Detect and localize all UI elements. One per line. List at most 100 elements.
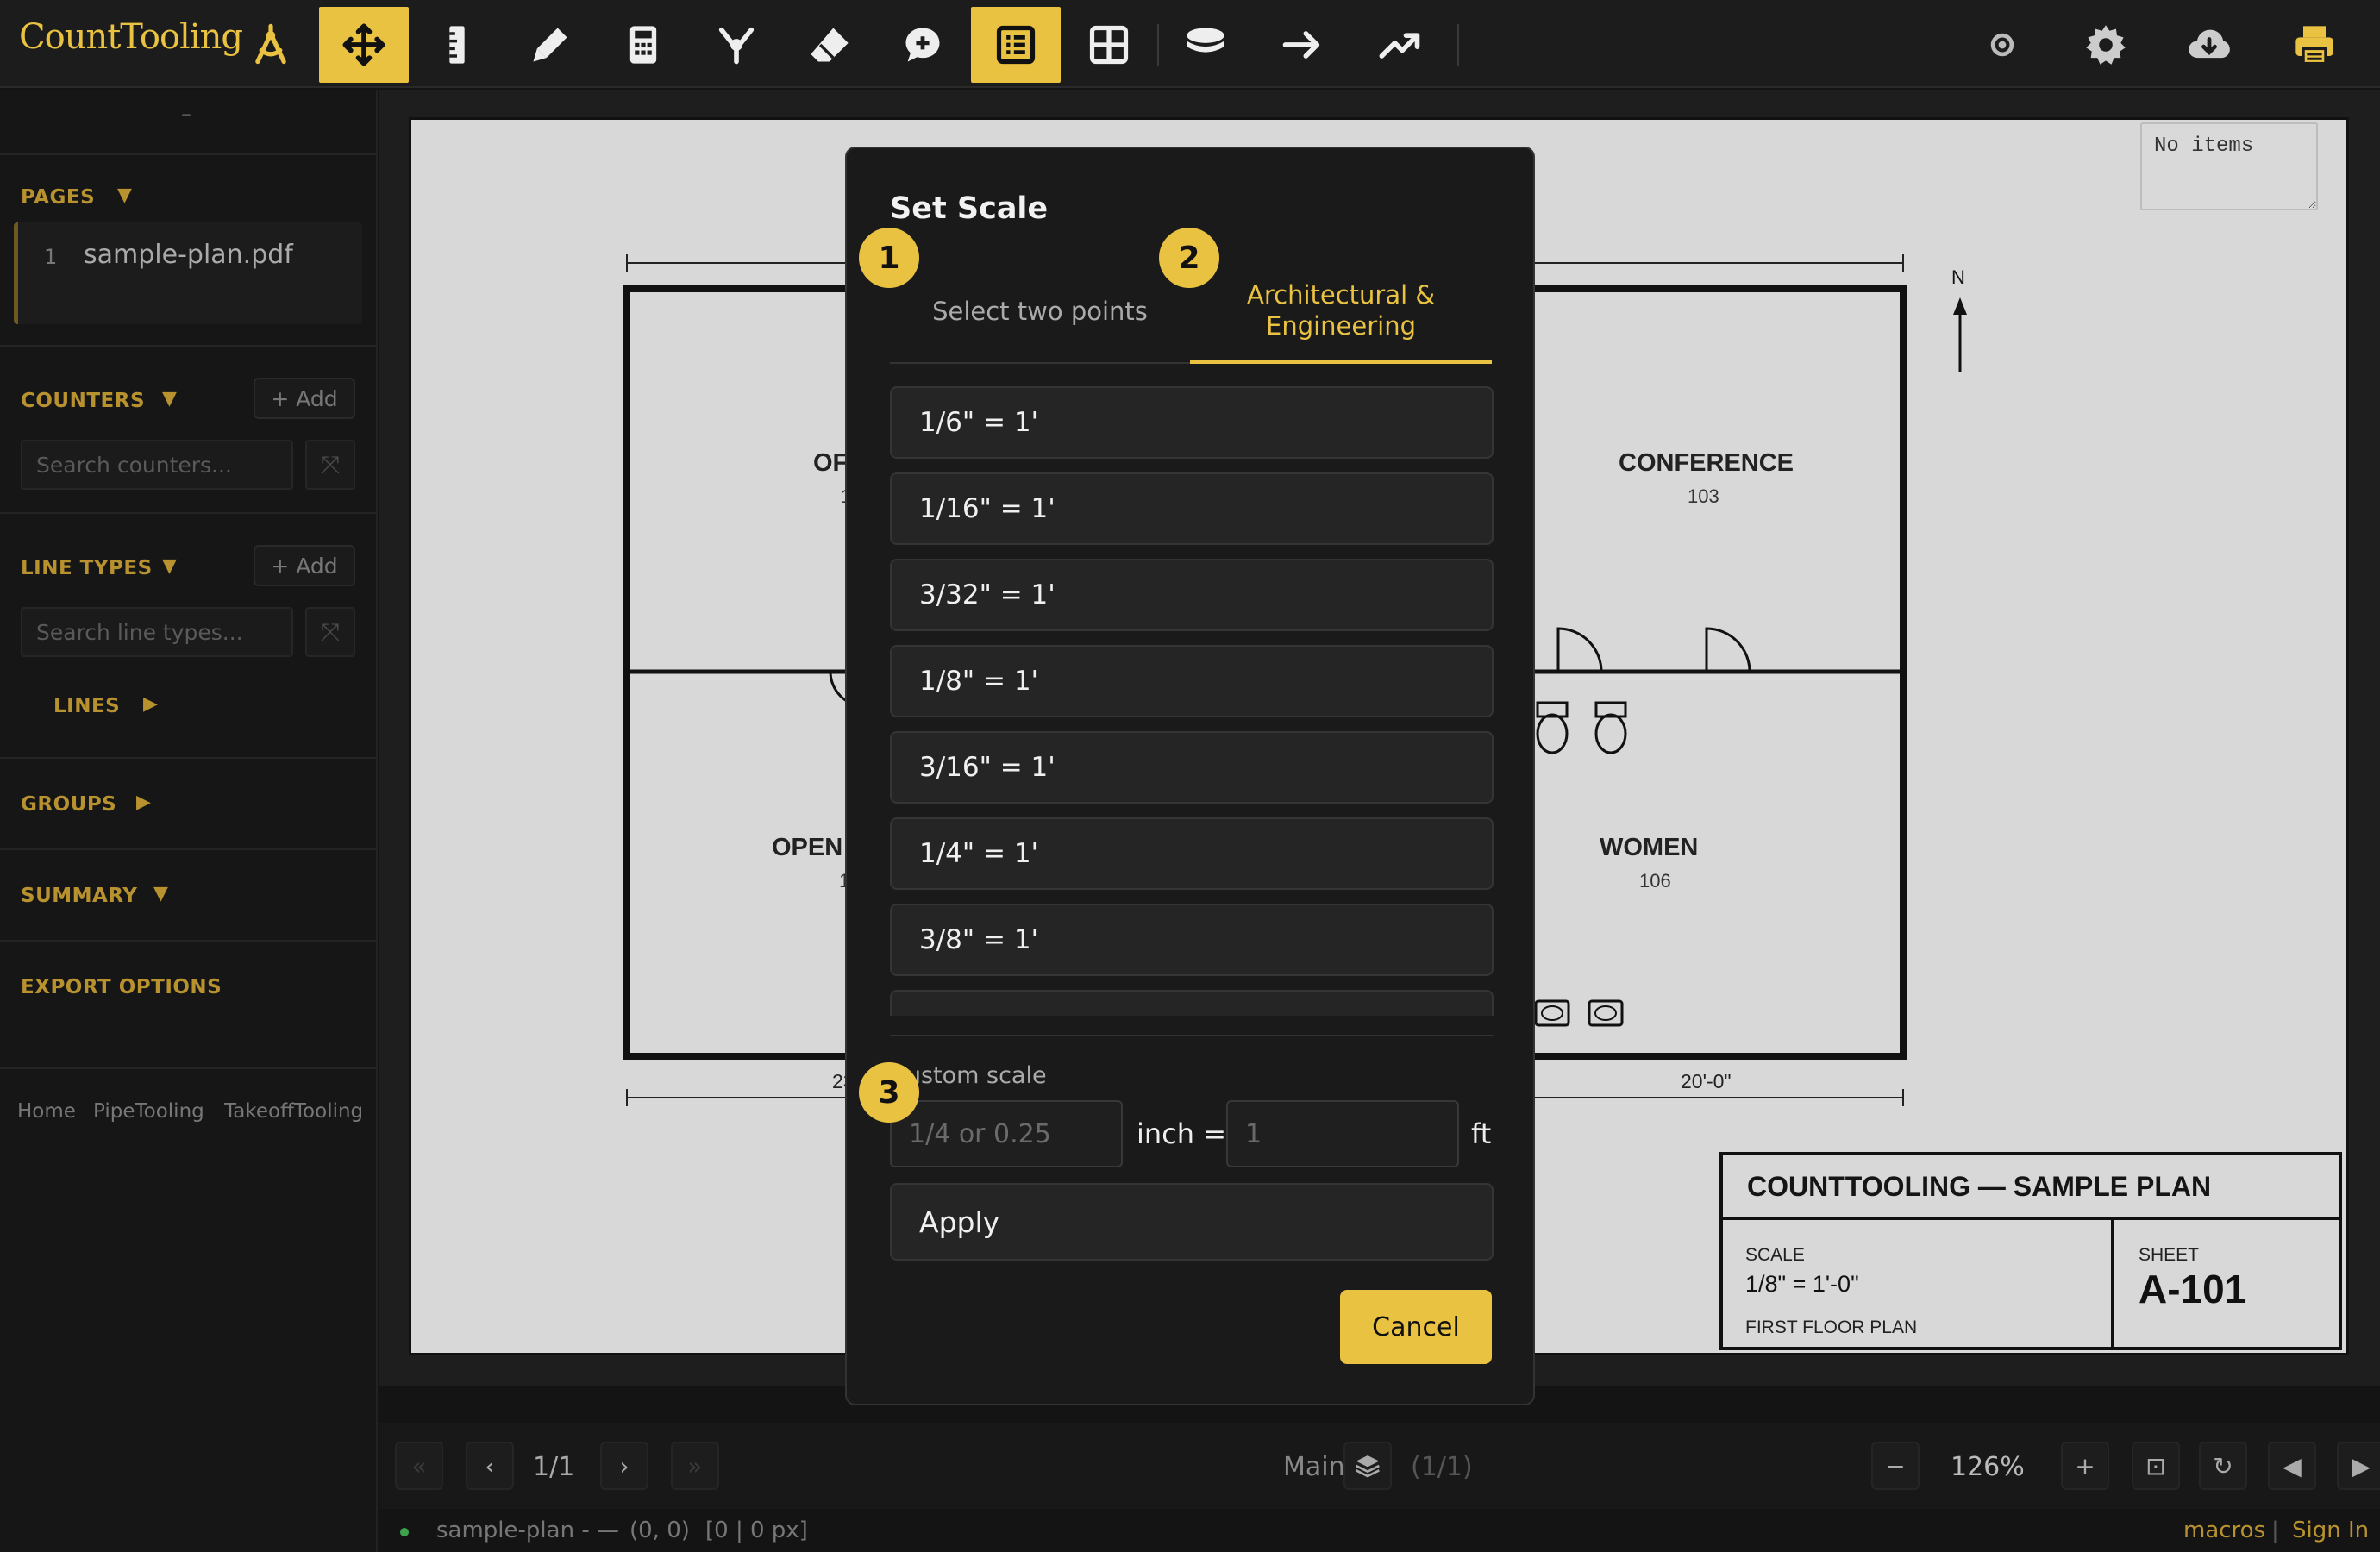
- first-page-button[interactable]: «: [395, 1442, 443, 1490]
- zoom-out-button[interactable]: −: [1871, 1442, 1920, 1490]
- compass-tool-icon[interactable]: [226, 7, 316, 83]
- status-pixels: [0 | 0 px]: [705, 1518, 808, 1543]
- tab-architectural-engineering[interactable]: Architectural & Engineering: [1190, 260, 1492, 364]
- comment-tool-icon[interactable]: [878, 7, 968, 83]
- highlighter-tool-icon[interactable]: [505, 7, 595, 83]
- status-separator: |: [2271, 1518, 2279, 1543]
- top-toolbar: CountTooling: [0, 0, 2380, 88]
- rotate-button[interactable]: ↻: [2199, 1442, 2247, 1490]
- dialog-title: Set Scale: [890, 191, 1049, 226]
- add-counter-button[interactable]: + Add: [254, 378, 355, 419]
- set-scale-dialog: Set Scale 1 2 Select two points Architec…: [845, 147, 1535, 1405]
- feet-unit-label: ft: [1471, 1117, 1492, 1150]
- macros-link[interactable]: macros: [2183, 1518, 2265, 1543]
- printer-icon[interactable]: [2270, 7, 2359, 83]
- status-file: sample-plan - —: [436, 1518, 619, 1543]
- grid-tool-icon[interactable]: [1064, 7, 1154, 83]
- scale-option[interactable]: 3/32" = 1': [890, 559, 1494, 631]
- layers-stack-tool-icon[interactable]: [1161, 7, 1250, 83]
- toolbar-divider: [1457, 24, 1459, 66]
- home-link[interactable]: Home: [17, 1100, 76, 1123]
- groups-section: GROUPS ▶: [0, 760, 378, 850]
- prev-page-button[interactable]: ‹: [466, 1442, 514, 1490]
- scale-option[interactable]: 1/6" = 1': [890, 386, 1494, 459]
- room-label: OPEN: [772, 834, 843, 861]
- list-divider: [890, 1035, 1494, 1036]
- page-list-item[interactable]: 1 sample-plan.pdf: [14, 222, 362, 324]
- lines-heading[interactable]: LINES: [53, 695, 120, 717]
- search-counters-input[interactable]: [21, 440, 293, 490]
- step-badge: 2: [1159, 228, 1219, 288]
- counters-section: COUNTERS ▼ + Add ⤧: [0, 348, 378, 514]
- last-page-button[interactable]: »: [671, 1442, 719, 1490]
- cloud-download-icon[interactable]: [2164, 7, 2254, 83]
- inch-input[interactable]: [890, 1100, 1123, 1167]
- counters-heading[interactable]: COUNTERS: [21, 390, 145, 412]
- zoom-in-button[interactable]: +: [2061, 1442, 2109, 1490]
- title-block-divider: [1723, 1217, 2339, 1220]
- redo-button[interactable]: ▶: [2337, 1442, 2380, 1490]
- gear-icon[interactable]: [2061, 7, 2151, 83]
- scale-option[interactable]: 3/8" = 1': [890, 904, 1494, 976]
- pipetooling-link[interactable]: PipeTooling: [93, 1100, 204, 1123]
- groups-heading[interactable]: GROUPS: [21, 793, 116, 816]
- caret-right-icon[interactable]: ▶: [136, 792, 151, 813]
- eye-icon[interactable]: [1957, 7, 2047, 83]
- apply-button[interactable]: Apply: [890, 1183, 1494, 1261]
- summary-section: SUMMARY ▼: [0, 852, 378, 942]
- pages-section: PAGES ▼ 1 sample-plan.pdf: [0, 157, 378, 347]
- clear-search-icon[interactable]: ⤧: [305, 607, 355, 657]
- cancel-button[interactable]: Cancel: [1340, 1290, 1492, 1364]
- north-label: N: [1951, 266, 1965, 288]
- title-block: COUNTTOOLING — SAMPLE PLAN SCALE 1/8" = …: [1719, 1152, 2342, 1350]
- summary-heading[interactable]: SUMMARY: [21, 885, 137, 907]
- dimension-label: 20'-0": [1681, 1070, 1732, 1092]
- add-line-type-button[interactable]: + Add: [254, 545, 355, 586]
- layer-name: Main: [1283, 1452, 1345, 1482]
- move-tool-icon[interactable]: [319, 7, 409, 83]
- sheet-label: SHEET: [2139, 1245, 2200, 1265]
- caret-down-icon[interactable]: ▼: [117, 185, 132, 206]
- eraser-tool-icon[interactable]: [785, 7, 874, 83]
- collapse-handle[interactable]: –: [181, 102, 191, 126]
- caret-down-icon[interactable]: ▼: [162, 555, 177, 577]
- scale-option-partial[interactable]: [890, 990, 1494, 1016]
- trend-tool-icon[interactable]: [1356, 7, 1445, 83]
- step-badge: 3: [859, 1062, 919, 1123]
- notes-box[interactable]: No items: [2140, 122, 2318, 210]
- counter-tool-icon[interactable]: [692, 7, 781, 83]
- plan-name: FIRST FLOOR PLAN: [1745, 1317, 1918, 1337]
- sign-in-link[interactable]: Sign In: [2292, 1518, 2369, 1543]
- status-bar: sample-plan - — (0, 0) [0 | 0 px] macros…: [379, 1511, 2380, 1552]
- caret-down-icon[interactable]: ▼: [162, 388, 177, 410]
- line-types-heading[interactable]: LINE TYPES: [21, 557, 153, 579]
- calculator-tool-icon[interactable]: [598, 7, 688, 83]
- next-page-button[interactable]: ›: [600, 1442, 648, 1490]
- room-number: 106: [1639, 870, 1671, 892]
- export-section: EXPORT OPTIONS: [0, 943, 378, 1069]
- ruler-tool-icon[interactable]: [412, 7, 502, 83]
- scale-option[interactable]: 3/16" = 1': [890, 731, 1494, 804]
- layers-icon[interactable]: [1343, 1442, 1392, 1490]
- caret-down-icon[interactable]: ▼: [153, 883, 168, 904]
- search-line-types-input[interactable]: [21, 607, 293, 657]
- tab-select-two-points[interactable]: Select two points: [890, 260, 1190, 364]
- room-label: WOMEN: [1600, 834, 1699, 861]
- sheet-title: COUNTTOOLING — SAMPLE PLAN: [1747, 1171, 2212, 1202]
- title-block-divider: [2111, 1217, 2114, 1347]
- pages-heading[interactable]: PAGES: [21, 186, 95, 209]
- arrow-tool-icon[interactable]: [1257, 7, 1347, 83]
- clear-search-icon[interactable]: ⤧: [305, 440, 355, 490]
- caret-right-icon[interactable]: ▶: [143, 693, 158, 715]
- undo-button[interactable]: ◀: [2268, 1442, 2316, 1490]
- scale-value: 1/8" = 1'-0": [1745, 1271, 1859, 1297]
- scale-option[interactable]: 1/16" = 1': [890, 472, 1494, 545]
- preset-scale-list[interactable]: 1/6" = 1' 1/16" = 1' 3/32" = 1' 1/8" = 1…: [890, 386, 1494, 1016]
- feet-input[interactable]: [1226, 1100, 1459, 1167]
- line-types-section: LINE TYPES ▼ + Add ⤧ LINES ▶: [0, 516, 378, 759]
- fit-to-screen-button[interactable]: ⊡: [2132, 1442, 2180, 1490]
- scale-option[interactable]: 1/8" = 1': [890, 645, 1494, 717]
- takeofftooling-link[interactable]: TakeoffTooling: [224, 1100, 363, 1123]
- scale-option[interactable]: 1/4" = 1': [890, 817, 1494, 890]
- list-tool-icon[interactable]: [971, 7, 1061, 83]
